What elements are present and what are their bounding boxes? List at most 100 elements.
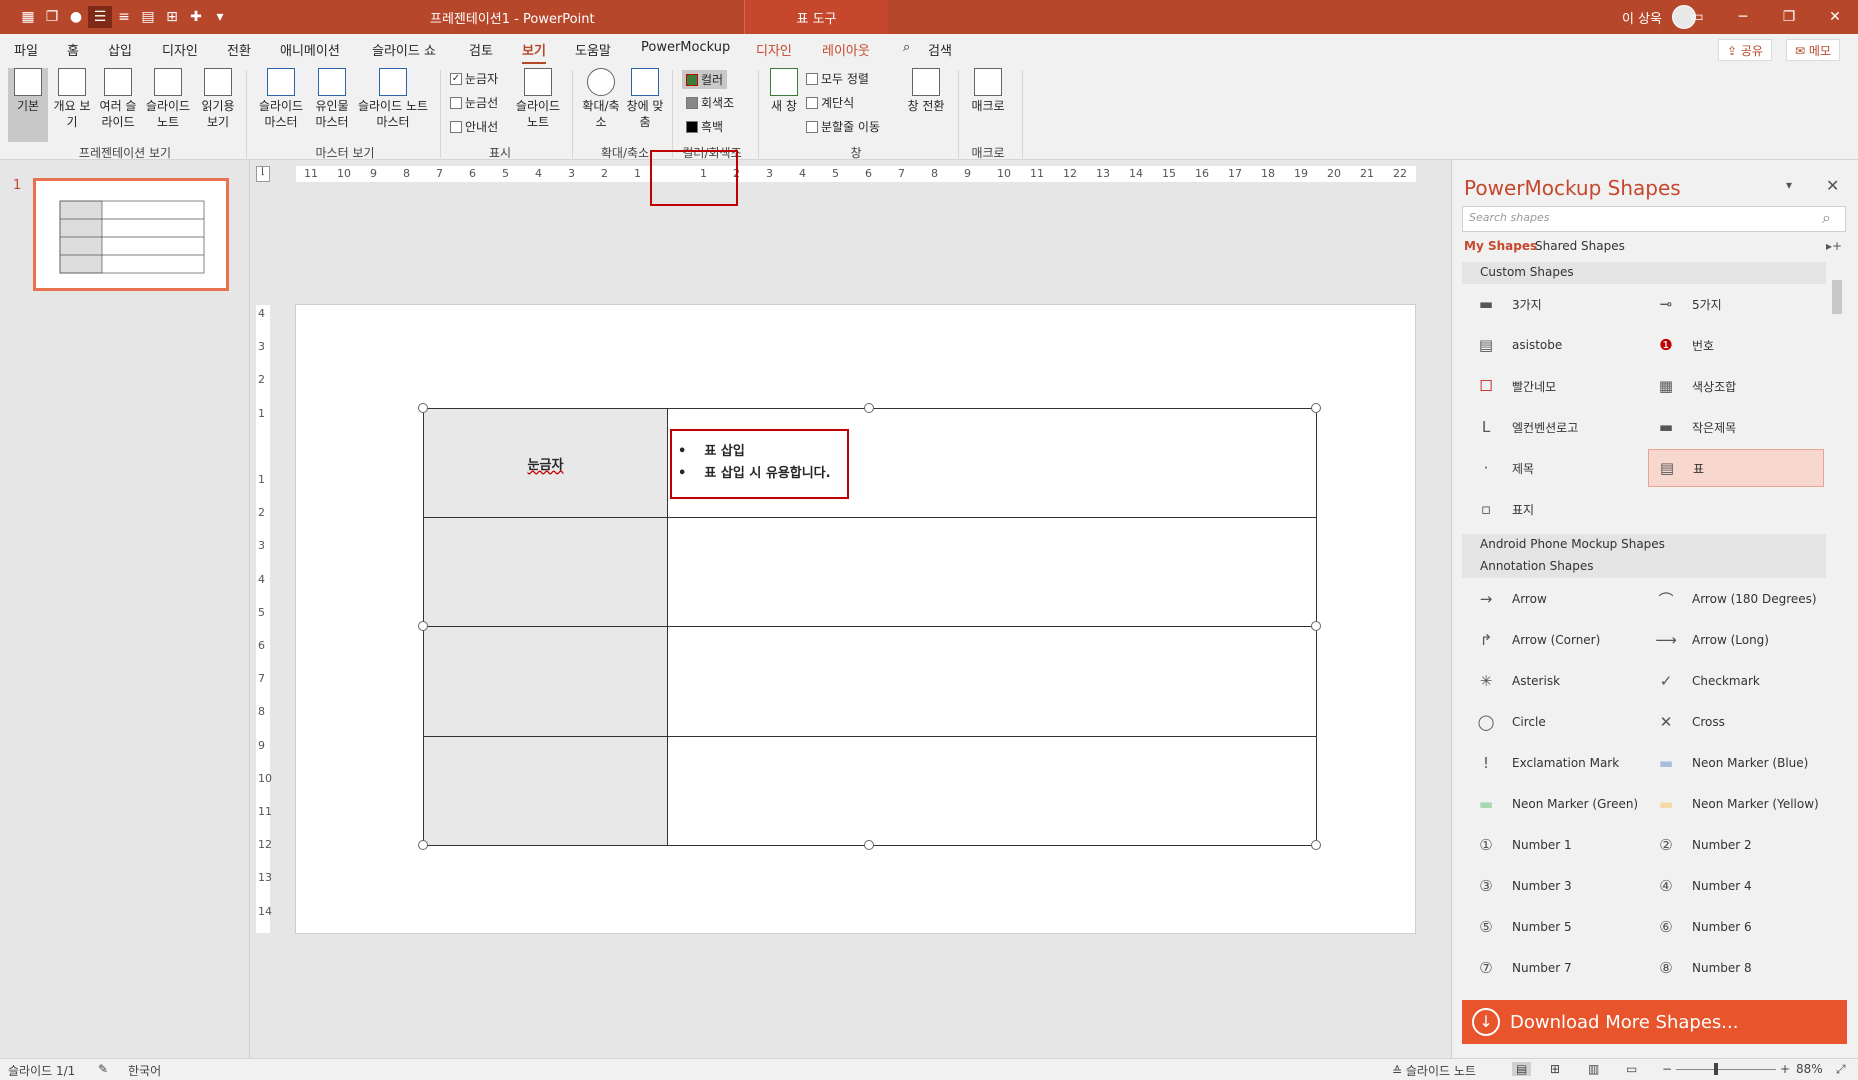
expand-icon[interactable]: ▸+ [1826, 239, 1842, 253]
tab-review[interactable]: 검토 [469, 40, 493, 59]
table-cell[interactable] [668, 737, 1317, 846]
zoom-slider[interactable] [1676, 1069, 1776, 1070]
tab-table-layout[interactable]: 레이아웃 [822, 40, 870, 59]
shape-item[interactable]: ↱ Arrow (Corner) [1468, 621, 1644, 659]
plus-icon[interactable]: ✚ [184, 6, 208, 28]
section-custom-shapes[interactable]: Custom Shapes [1462, 262, 1826, 284]
table-cell[interactable] [668, 627, 1317, 737]
shape-item[interactable]: ▤ asistobe [1468, 326, 1644, 364]
slideshow-icon[interactable]: ▭ [1626, 1062, 1637, 1076]
horizontal-ruler[interactable]: 11 10 9 8 7 6 5 4 3 2 1 1 2 3 4 5 6 7 8 9 10 11 12 13 14 15 16 17 18… [296, 166, 1416, 182]
slide-master-button[interactable]: 슬라이드 마스터 [254, 68, 308, 130]
zoom-slider-thumb[interactable] [1714, 1063, 1718, 1075]
shape-item[interactable]: ✕ Cross [1648, 703, 1824, 741]
notes-master-button[interactable]: 슬라이드 노트 마스터 [356, 68, 430, 130]
slide-thumbnail[interactable] [33, 178, 229, 291]
shape-item[interactable]: ⑧ Number 8 [1648, 949, 1824, 987]
vertical-ruler[interactable]: 4 3 2 1 1 2 3 4 5 6 7 8 9 10 11 12 13 14 [256, 305, 272, 933]
arrange-all-button[interactable]: 모두 정렬 [806, 70, 869, 87]
tab-my-shapes[interactable]: My Shapes [1464, 239, 1537, 253]
bullets-icon[interactable]: ☰ [88, 6, 112, 28]
tab-powermockup[interactable]: PowerMockup [641, 40, 730, 55]
shape-item[interactable]: ! Exclamation Mark [1468, 744, 1644, 782]
restore-icon[interactable]: ❐ [1766, 0, 1812, 34]
switch-windows-button[interactable]: 창 전환 [902, 68, 950, 114]
download-more-button[interactable]: ↓ Download More Shapes... [1462, 1000, 1847, 1044]
share-button[interactable]: ⇪ 공유 [1718, 39, 1772, 61]
tab-file[interactable]: 파일 [14, 40, 38, 59]
table[interactable]: 눈금자 • 표 삽입 • 표 삽입 시 유용합니다. [423, 408, 1317, 846]
user-name[interactable]: 이 상욱 [1622, 8, 1662, 27]
shape-item[interactable]: ▬ 작은제목 [1648, 408, 1824, 446]
grayscale-button[interactable]: 회색조 [686, 94, 734, 111]
outline-view-button[interactable]: 개요 보기 [52, 68, 92, 130]
fit-slide-icon[interactable]: ⤢ [1836, 1062, 1846, 1077]
table-cell[interactable] [424, 518, 668, 627]
new-window-button[interactable]: 새 창 [766, 68, 802, 114]
close-icon[interactable]: ✕ [1826, 176, 1839, 195]
reading-view-button[interactable]: 읽기용 보기 [196, 68, 240, 130]
pane-options-icon[interactable]: ▾ [1786, 178, 1792, 192]
shape-item[interactable]: ▦ 색상조합 [1648, 367, 1824, 405]
shape-item[interactable]: ✳ Asterisk [1468, 662, 1644, 700]
section-annotation[interactable]: Annotation Shapes [1462, 556, 1826, 578]
shape-item[interactable]: L 엘컨벤션로고 [1468, 408, 1644, 446]
tab-slideshow[interactable]: 슬라이드 쇼 [372, 40, 436, 59]
move-split-button[interactable]: 분할줄 이동 [806, 118, 880, 135]
resize-handle[interactable] [418, 403, 428, 413]
tab-help[interactable]: 도움말 [575, 40, 611, 59]
fit-window-button[interactable]: 창에 맞춤 [624, 68, 666, 130]
reading-view-icon[interactable]: ▥ [1588, 1062, 1599, 1076]
search-icon[interactable]: ⌕ [1822, 208, 1831, 228]
memo-button[interactable]: ✉ 메모 [1786, 39, 1840, 61]
guides-checkbox[interactable]: 안내선 [450, 118, 498, 135]
tab-home[interactable]: 홈 [67, 40, 79, 59]
zoom-out-icon[interactable]: − [1662, 1062, 1672, 1076]
tab-shared-shapes[interactable]: Shared Shapes [1535, 239, 1625, 253]
table-icon[interactable]: ⊞ [160, 6, 184, 28]
shape-item[interactable]: ⑤ Number 5 [1468, 908, 1644, 946]
tab-insert[interactable]: 삽입 [108, 40, 132, 59]
tab-animations[interactable]: 애니메이션 [280, 40, 340, 59]
shape-item[interactable]: ⑥ Number 6 [1648, 908, 1824, 946]
spellcheck-icon[interactable]: ✎ [98, 1062, 108, 1076]
tab-view[interactable]: 보기 [522, 40, 546, 64]
resize-handle[interactable] [1311, 403, 1321, 413]
table-cell[interactable] [424, 627, 668, 737]
sorter-view-icon[interactable]: ⊞ [1550, 1062, 1560, 1076]
shape-item[interactable]: ❶ 번호 [1648, 326, 1824, 364]
table-cell[interactable] [424, 737, 668, 846]
search-input[interactable]: Search shapes [1462, 206, 1846, 232]
shape-item[interactable]: ▬ Neon Marker (Green) [1468, 785, 1644, 823]
shape-item[interactable]: ✓ Checkmark [1648, 662, 1824, 700]
text-highlight-box[interactable]: • 표 삽입 • 표 삽입 시 유용합니다. [670, 429, 849, 499]
shape-item[interactable]: → Arrow [1468, 580, 1644, 618]
shape-item[interactable]: ④ Number 4 [1648, 867, 1824, 905]
shape-item[interactable]: ▬ Neon Marker (Yellow) [1648, 785, 1824, 823]
pane-scrollbar[interactable] [1830, 262, 1844, 998]
shape-item[interactable]: ⑦ Number 7 [1468, 949, 1644, 987]
ruler-checkbox[interactable]: ✓ 눈금자 [450, 70, 498, 87]
tab-design[interactable]: 디자인 [162, 40, 198, 59]
section-android[interactable]: Android Phone Mockup Shapes [1462, 534, 1826, 556]
zoom-level[interactable]: 88% [1796, 1062, 1823, 1076]
resize-handle[interactable] [1311, 840, 1321, 850]
tab-table-design[interactable]: 디자인 [756, 40, 792, 59]
shape-item[interactable]: ⟶ Arrow (Long) [1648, 621, 1824, 659]
shape-item[interactable]: ⌒ Arrow (180 Degrees) [1648, 580, 1824, 618]
resize-handle[interactable] [864, 840, 874, 850]
shape-item[interactable]: ② Number 2 [1648, 826, 1824, 864]
minimize-icon[interactable]: ─ [1720, 0, 1766, 34]
search-label[interactable]: 검색 [928, 40, 952, 59]
notes-page-button[interactable]: 슬라이드 노트 [144, 68, 192, 130]
resize-handle[interactable] [418, 840, 428, 850]
slide-sorter-button[interactable]: 여러 슬라이드 [96, 68, 140, 130]
notes-toggle[interactable]: ≙ 슬라이드 노트 [1392, 1062, 1476, 1079]
macros-button[interactable]: 매크로 [966, 68, 1010, 114]
shape-icon[interactable]: ● [64, 6, 88, 28]
notes-pane-button[interactable]: 슬라이드 노트 [510, 68, 566, 130]
tab-stop-selector[interactable]: ⌊ [256, 166, 270, 182]
customize-icon[interactable]: ▾ [208, 6, 232, 28]
cascade-button[interactable]: 계단식 [806, 94, 854, 111]
shape-item[interactable]: ③ Number 3 [1468, 867, 1644, 905]
